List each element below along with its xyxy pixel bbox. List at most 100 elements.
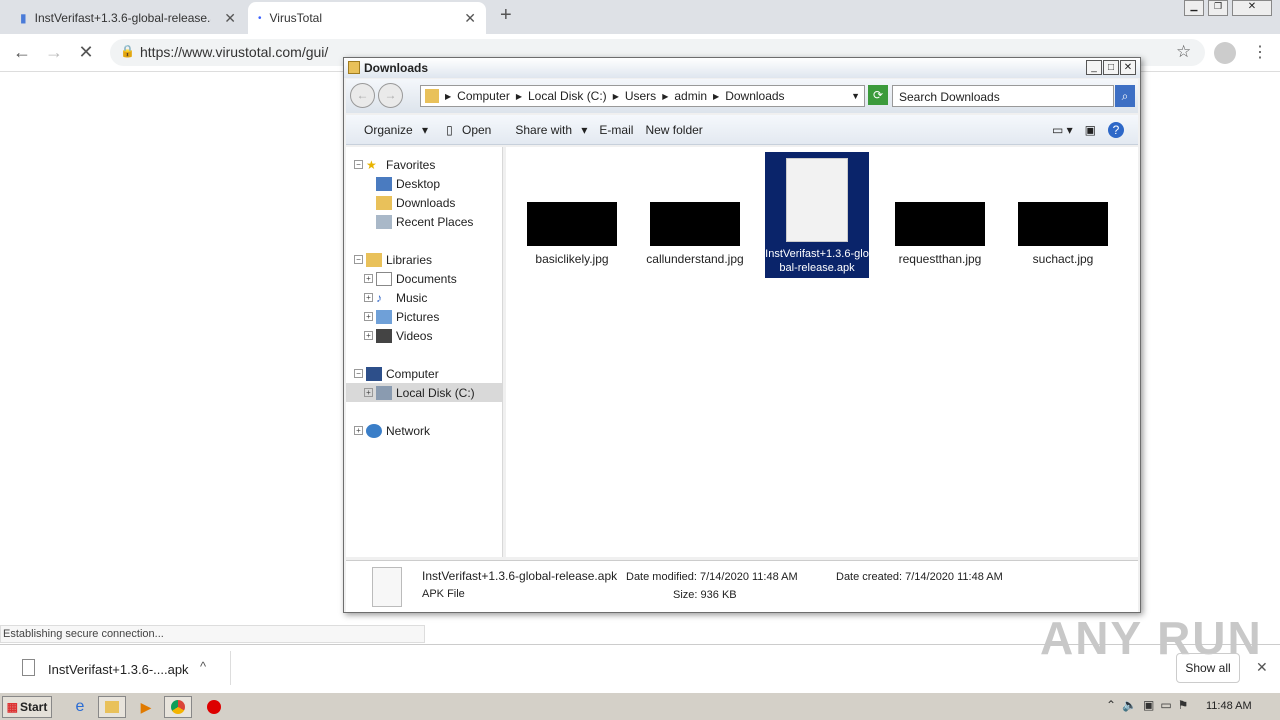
image-thumbnail (527, 202, 617, 246)
ie-icon[interactable]: e (66, 696, 94, 718)
nav-pictures[interactable]: + Pictures (364, 307, 439, 326)
tab-instverifast[interactable]: ▮ InstVerifast+1.3.6-global-release.ap ✕ (10, 2, 246, 34)
search-icon[interactable]: ⌕ (1115, 85, 1135, 107)
clock: 11:48 AM (1206, 700, 1252, 712)
stop-button[interactable]: ✕ (74, 42, 98, 63)
media-player-icon[interactable]: ▶ (132, 696, 160, 718)
breadcrumb-users[interactable]: Users (625, 89, 656, 103)
file-item[interactable]: callunderstand.jpg (643, 202, 747, 266)
image-thumbnail (650, 202, 740, 246)
email-button[interactable]: E-mail (599, 123, 633, 137)
chrome-icon[interactable] (164, 696, 192, 718)
status-bubble: Establishing secure connection... (0, 625, 425, 643)
document-icon: ▮ (20, 11, 27, 25)
expand-icon[interactable]: + (364, 293, 373, 302)
download-item[interactable]: InstVerifast+1.3.6-....apk (48, 662, 189, 677)
open-button[interactable]: ▯ Open (446, 123, 497, 137)
new-tab-button[interactable]: + (500, 4, 512, 27)
collapse-icon[interactable]: − (354, 255, 363, 264)
breadcrumb-admin[interactable]: admin (674, 89, 707, 103)
expand-icon[interactable]: + (364, 388, 373, 397)
libraries-icon (366, 252, 382, 267)
size-value: 936 KB (700, 589, 737, 601)
file-item[interactable]: requestthan.jpg (888, 202, 992, 266)
share-button[interactable]: Share with ▾ (509, 123, 587, 137)
stop-sign-icon[interactable] (200, 696, 228, 718)
nav-network[interactable]: + Network (354, 421, 430, 440)
explorer-taskbar-icon[interactable] (98, 696, 126, 718)
nav-local-disk[interactable]: + Local Disk (C:) (346, 383, 502, 402)
nav-label: Videos (396, 328, 433, 343)
image-thumbnail (1018, 202, 1108, 246)
file-item-selected[interactable]: InstVerifast+1.3.6-global-release.apk (765, 152, 869, 278)
file-item[interactable]: suchact.jpg (1011, 202, 1115, 266)
nav-videos[interactable]: + Videos (364, 326, 432, 345)
chevron-up-icon[interactable]: ^ (200, 659, 206, 674)
created-label: Date created: (836, 571, 903, 583)
nav-documents[interactable]: + Documents (364, 269, 457, 288)
breadcrumb-computer[interactable]: Computer (457, 89, 510, 103)
collapse-icon[interactable]: − (354, 160, 363, 169)
nav-label: Desktop (396, 176, 441, 191)
expand-icon[interactable]: + (364, 331, 373, 340)
minimize-button[interactable]: ▁ (1184, 0, 1204, 16)
organize-label: Organize (364, 122, 413, 137)
expand-icon[interactable]: + (354, 426, 363, 435)
start-button[interactable]: ▦ Start (2, 696, 52, 718)
windows-logo-icon: ▦ (6, 700, 18, 714)
bookmark-star-icon[interactable]: ☆ (1176, 42, 1191, 62)
tab-virustotal[interactable]: • VirusTotal ✕ (248, 2, 486, 34)
back-arrow-icon[interactable]: ← (350, 83, 375, 108)
file-item[interactable]: basiclikely.jpg (520, 202, 624, 266)
organize-button[interactable]: Organize ▾ (358, 123, 428, 137)
minimize-button[interactable]: _ (1086, 60, 1102, 75)
preview-pane-icon[interactable]: ▣ (1085, 123, 1096, 137)
address-row: ← → ▶ Computer ▶ Local Disk (C:) ▶ Users… (346, 79, 1138, 113)
breadcrumb-local-disk[interactable]: Local Disk (C:) (528, 89, 607, 103)
nav-libraries[interactable]: − Libraries (354, 250, 432, 269)
back-button[interactable]: ← (10, 42, 34, 63)
explorer-titlebar[interactable]: Downloads _ □ ✕ (344, 58, 1140, 78)
menu-icon[interactable]: ⋮ (1252, 42, 1268, 62)
maximize-button[interactable]: □ (1103, 60, 1119, 75)
nav-favorites[interactable]: − ★ Favorites (354, 155, 435, 174)
nav-downloads[interactable]: Downloads (376, 193, 455, 212)
file-name: InstVerifast+1.3.6-global-release.apk (765, 248, 869, 274)
explorer-window: Downloads _ □ ✕ ← → ▶ Computer ▶ Local D… (343, 57, 1141, 613)
close-window-button[interactable]: ✕ (1232, 0, 1272, 16)
stop-circle (207, 700, 221, 714)
details-file-type: APK File (422, 588, 465, 600)
nav-desktop[interactable]: Desktop (376, 174, 440, 193)
start-label: Start (20, 700, 48, 714)
nav-computer[interactable]: − Computer (354, 364, 439, 383)
network-icon (366, 423, 382, 438)
details-created: Date created: 7/14/2020 11:48 AM (836, 571, 1003, 583)
close-button[interactable]: ✕ (1120, 60, 1136, 75)
close-icon[interactable]: ✕ (1256, 659, 1268, 676)
nav-label: Downloads (396, 195, 456, 210)
tray-icons[interactable]: ⌃🔈▣▭⚑ (1106, 698, 1194, 712)
breadcrumb-downloads[interactable]: Downloads (725, 89, 784, 103)
search-input[interactable]: Search Downloads (892, 85, 1114, 107)
collapse-icon[interactable]: − (354, 369, 363, 378)
forward-arrow-icon[interactable]: → (378, 83, 403, 108)
modified-label: Date modified: (626, 571, 697, 583)
nav-label: Network (386, 423, 431, 438)
expand-icon[interactable]: + (364, 274, 373, 283)
view-icon[interactable]: ▭ ▾ (1052, 123, 1073, 137)
nav-music[interactable]: + ♪ Music (364, 288, 427, 307)
expand-icon[interactable]: + (364, 312, 373, 321)
new-folder-button[interactable]: New folder (645, 123, 702, 137)
close-icon[interactable]: ✕ (224, 10, 236, 27)
refresh-icon[interactable]: ⟳ (868, 85, 888, 105)
close-icon[interactable]: ✕ (464, 10, 476, 27)
breadcrumb[interactable]: ▶ Computer ▶ Local Disk (C:) ▶ Users ▶ a… (420, 85, 865, 107)
details-pane: InstVerifast+1.3.6-global-release.apk AP… (346, 560, 1138, 612)
dropdown-icon[interactable]: ▼ (851, 91, 860, 101)
forward-button[interactable]: → (42, 42, 66, 63)
help-icon[interactable]: ? (1108, 121, 1124, 138)
show-all-button[interactable]: Show all (1176, 653, 1240, 683)
nav-recent-places[interactable]: Recent Places (376, 212, 473, 231)
restore-button[interactable]: ❐ (1208, 0, 1228, 16)
profile-avatar[interactable] (1214, 42, 1236, 64)
